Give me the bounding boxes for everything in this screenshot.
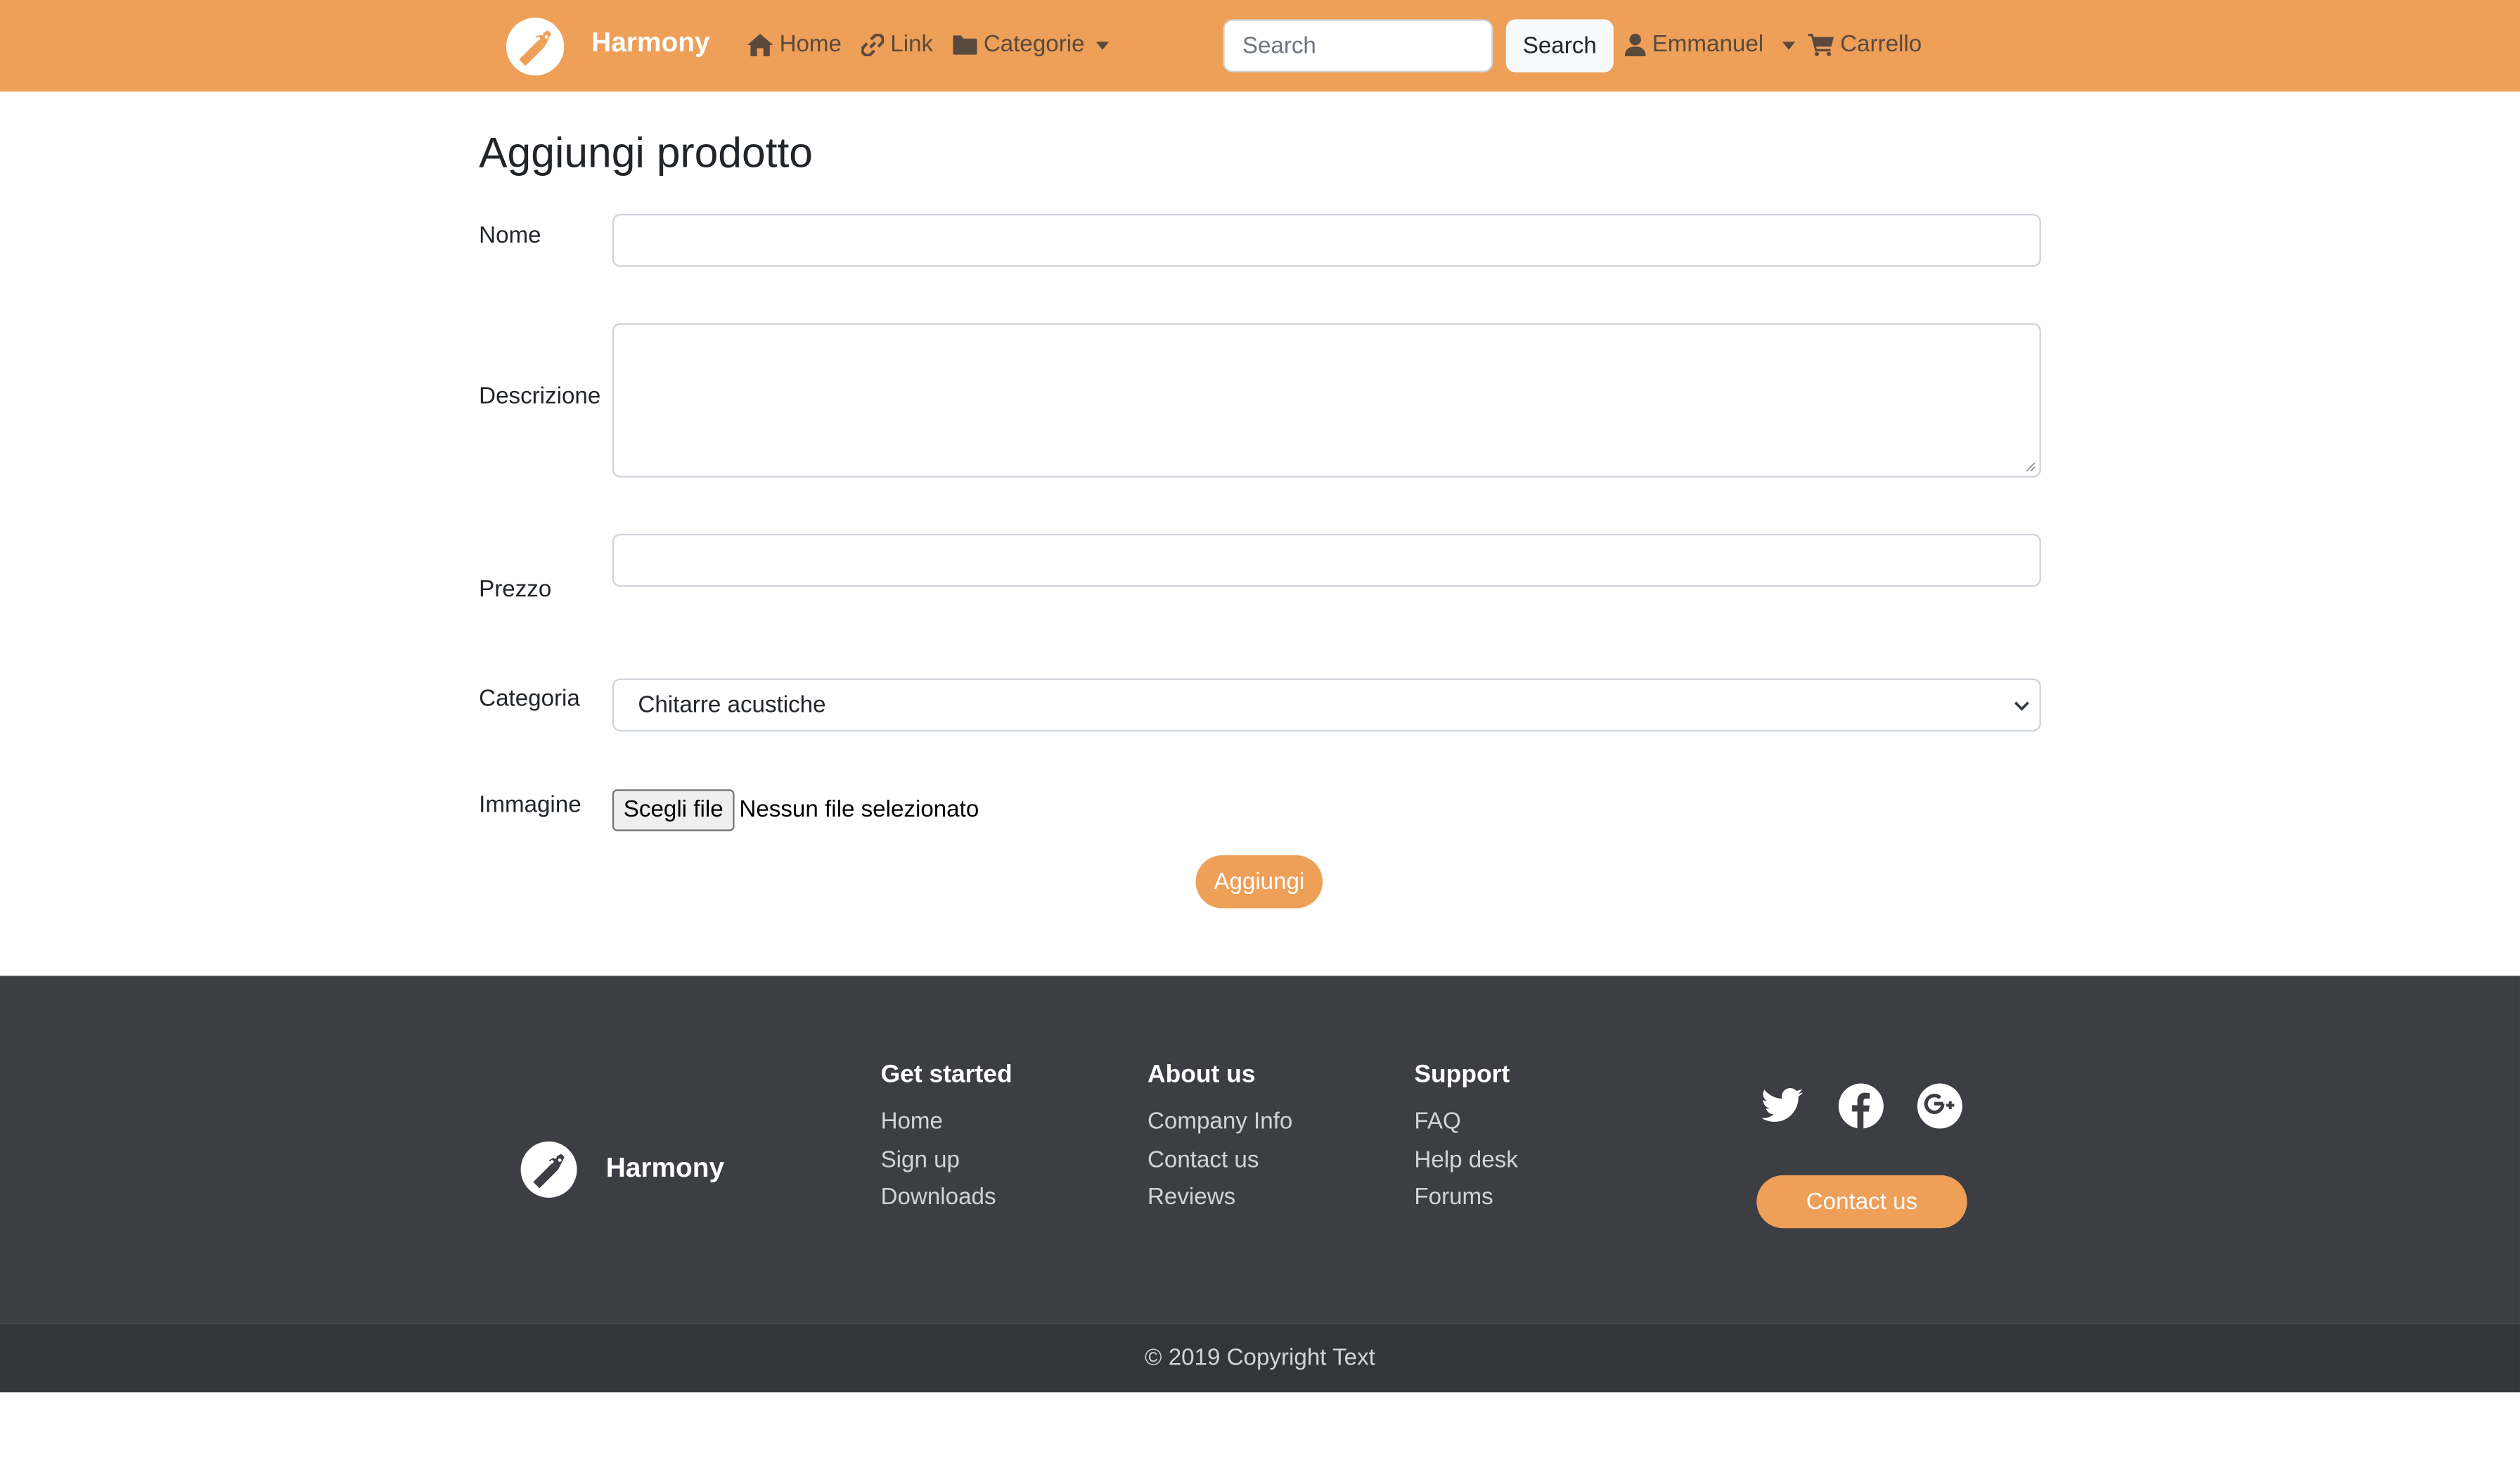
guitar-logo-icon[interactable] [506,18,565,76]
search-button[interactable]: Search [1505,19,1614,72]
footer-link-downloads[interactable]: Downloads [881,1180,1012,1218]
footer-link-faq[interactable]: FAQ [1414,1104,1517,1142]
brand-name[interactable]: Harmony [591,27,709,60]
guitar-logo-icon[interactable] [520,1141,577,1198]
footer-brand-name[interactable]: Harmony [606,1153,724,1185]
prezzo-label: Prezzo [479,577,552,603]
cart-label: Carrello [1840,32,1922,58]
chevron-down-icon [1782,41,1796,49]
footer-column-get-started: Get started Home Sign up Downloads [881,1061,1012,1218]
user-icon [1624,33,1646,56]
footer-column-about-us: About us Company Info Contact us Reviews [1148,1061,1292,1218]
footer-column-title: About us [1147,1061,1256,1089]
search-input[interactable] [1223,19,1493,72]
nome-label: Nome [479,223,541,250]
cart-icon [1808,33,1834,56]
nav-link[interactable]: Link [861,32,933,58]
nav-cart[interactable]: Carrello [1808,32,1922,58]
nav-categorie-dropdown[interactable]: Categorie [953,32,1109,58]
footer-link-help-desk[interactable]: Help desk [1414,1142,1517,1180]
footer: Harmony Get started Home Sign up Downloa… [0,976,2520,1324]
page-title: Aggiungi prodotto [479,128,813,177]
choose-file-button[interactable]: Scegli file [612,789,735,831]
twitter-icon[interactable] [1759,1082,1807,1130]
navbar: Harmony Home Link Categorie Search Emman… [0,0,2520,92]
add-product-button[interactable]: Aggiungi [1195,855,1323,909]
google-plus-icon[interactable] [1916,1082,1965,1130]
footer-link-reviews[interactable]: Reviews [1148,1180,1292,1218]
resize-handle-icon[interactable] [2025,461,2036,473]
footer-column-title: Support [1414,1061,1510,1089]
file-status-text: Nessun file selezionato [739,797,979,824]
footer-column-support: Support FAQ Help desk Forums [1414,1061,1517,1218]
link-icon [861,33,885,56]
folder-icon [953,35,977,55]
nav-link-label: Link [890,32,934,58]
footer-link-forums[interactable]: Forums [1414,1180,1517,1218]
copyright-text: © 2019 Copyright Text [1145,1346,1375,1372]
user-menu-dropdown[interactable]: Emmanuel [1624,32,1796,58]
contact-us-button[interactable]: Contact us [1756,1175,1967,1229]
user-name-label: Emmanuel [1652,32,1764,58]
descrizione-textarea[interactable] [612,323,2041,478]
chevron-down-icon [2014,701,2029,711]
nav-home-label: Home [779,32,842,58]
prezzo-input[interactable] [612,533,2041,587]
footer-link-sign-up[interactable]: Sign up [881,1142,1012,1180]
footer-link-contact-us[interactable]: Contact us [1148,1142,1292,1180]
categoria-select[interactable]: Chitarre acustiche [612,678,2041,731]
facebook-icon[interactable] [1837,1082,1886,1130]
nav-categorie-label: Categorie [983,32,1085,58]
categoria-selected-value: Chitarre acustiche [638,693,826,719]
nome-input[interactable] [612,213,2041,267]
chevron-down-icon [1095,41,1109,49]
footer-link-home[interactable]: Home [881,1104,1012,1142]
categoria-label: Categoria [479,686,580,712]
nav-home[interactable]: Home [747,32,842,58]
footer-column-title: Get started [880,1061,1012,1089]
footer-link-company-info[interactable]: Company Info [1148,1104,1292,1142]
immagine-label: Immagine [479,792,581,819]
descrizione-label: Descrizione [479,384,601,410]
house-icon [747,33,773,56]
copyright-bar: © 2019 Copyright Text [0,1323,2520,1393]
